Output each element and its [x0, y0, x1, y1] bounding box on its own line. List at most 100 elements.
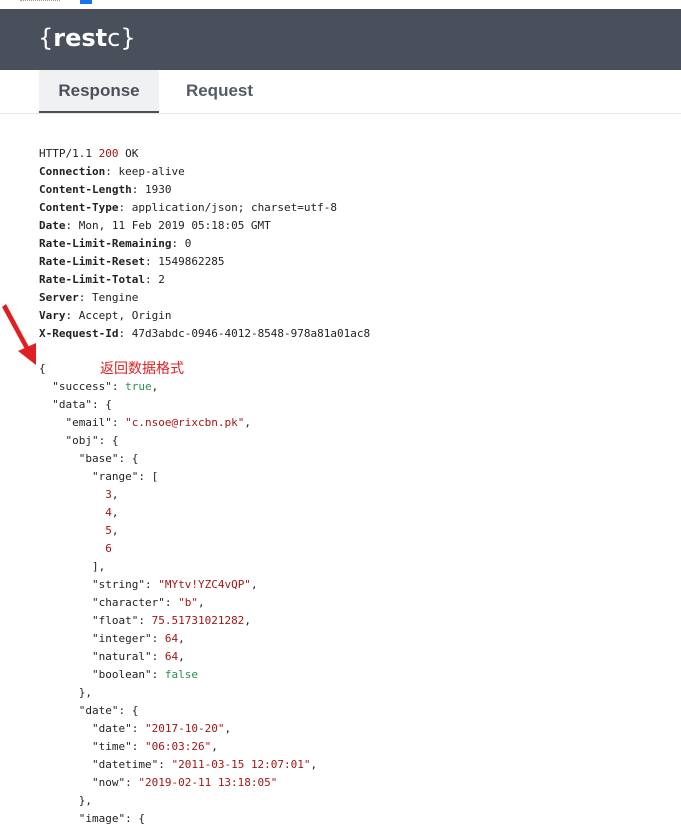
json-line: "date": {	[39, 702, 669, 720]
json-line: "natural": 64,	[39, 648, 669, 666]
json-token: "date":	[91, 722, 145, 735]
header-value: Tengine	[92, 291, 139, 304]
status-text: OK	[125, 147, 139, 160]
status-code: 200	[98, 147, 119, 160]
header-name: Rate-Limit-Reset	[39, 255, 145, 268]
header-value: 2	[158, 273, 165, 286]
json-line: "data": {	[39, 396, 669, 414]
json-line: "integer": 64,	[39, 630, 669, 648]
header-name: Connection	[39, 165, 106, 178]
http-protocol: HTTP/1.1	[39, 147, 92, 160]
json-value: "c.nsoe@rixcbn.pk"	[125, 416, 245, 429]
json-value: "06:03:26"	[144, 740, 212, 753]
json-token: "boolean":	[91, 668, 165, 681]
json-line: 4,	[39, 504, 669, 522]
logo-text: c	[107, 24, 121, 52]
json-line: "email": "c.nsoe@rixcbn.pk",	[39, 414, 669, 432]
json-token: "character":	[91, 596, 179, 609]
json-token: ,	[244, 614, 251, 627]
json-value: true	[125, 380, 152, 393]
tab-request[interactable]: Request	[172, 70, 267, 111]
header-value: Mon, 11 Feb 2019 05:18:05 GMT	[78, 219, 271, 232]
json-line: 5,	[39, 522, 669, 540]
json-line: "time": "06:03:26",	[39, 738, 669, 756]
json-line: 6	[39, 540, 669, 558]
header-line: Rate-Limit-Reset: 1549862285	[39, 255, 225, 268]
json-token: "success":	[52, 380, 126, 393]
json-line: },	[39, 792, 669, 810]
json-line: "boolean": false	[39, 666, 669, 684]
header-name: Content-Length	[39, 183, 132, 196]
json-token: "email":	[65, 416, 126, 429]
json-token: "integer":	[91, 632, 165, 645]
response-panel: HTTP/1.1 200 OK Connection: keep-alive Co…	[39, 145, 669, 828]
json-token: ,	[178, 632, 185, 645]
json-token: ,	[151, 380, 159, 393]
header-value: 47d3abdc-0946-4012-8548-978a81a01ac8	[131, 327, 371, 340]
app-header: {restc}	[0, 9, 681, 70]
json-value: 6	[105, 542, 112, 555]
json-line: "string": "MYtv!YZC4vQP",	[39, 576, 669, 594]
json-token: "base": {	[78, 452, 139, 465]
json-token: "now":	[91, 776, 139, 789]
header-line: Rate-Limit-Total: 2	[39, 273, 165, 286]
dotted-divider	[20, 0, 60, 3]
restc-logo: {restc}	[38, 23, 136, 53]
header-value: 1549862285	[158, 255, 225, 268]
json-line: },	[39, 684, 669, 702]
json-line: "now": "2019-02-11 13:18:05"	[39, 774, 669, 792]
header-value: Accept, Origin	[78, 309, 172, 322]
status-line: HTTP/1.1 200 OK	[39, 145, 669, 163]
json-token: },	[78, 686, 92, 699]
json-token: "string":	[91, 578, 159, 591]
json-token: ,	[111, 488, 119, 501]
json-token: "float":	[91, 614, 152, 627]
browser-top-strip	[0, 0, 681, 9]
header-line: Date: Mon, 11 Feb 2019 05:18:05 GMT	[39, 219, 271, 232]
json-value: 3	[105, 488, 112, 501]
tab-response[interactable]: Response	[39, 70, 159, 113]
logo-brace-close: }	[120, 24, 136, 52]
json-token: "obj": {	[65, 434, 119, 447]
json-line: "float": 75.51731021282,	[39, 612, 669, 630]
header-value: keep-alive	[118, 165, 185, 178]
json-token: "range": [	[91, 470, 159, 483]
header-line: Server: Tengine	[39, 291, 139, 304]
json-value: "2017-10-20"	[144, 722, 225, 735]
json-value: 64	[164, 650, 179, 663]
json-value: "b"	[178, 596, 198, 609]
json-token: "natural":	[91, 650, 165, 663]
json-line: "date": "2017-10-20",	[39, 720, 669, 738]
json-line: "success": true,	[39, 378, 669, 396]
annotation-label: 返回数据格式	[100, 361, 184, 377]
header-line: X-Request-Id: 47d3abdc-0946-4012-8548-97…	[39, 327, 371, 340]
response-headers: Connection: keep-alive Content-Length: 19…	[39, 163, 669, 343]
json-token: ,	[178, 650, 185, 663]
json-token: ,	[224, 722, 232, 735]
json-token: ,	[211, 740, 218, 753]
json-line: "datetime": "2011-03-15 12:07:01",	[39, 756, 669, 774]
json-value: 5	[105, 524, 112, 537]
header-line: Rate-Limit-Remaining: 0	[39, 237, 192, 250]
json-value: "2019-02-11 13:18:05"	[138, 776, 278, 789]
arrow-shaft	[2, 304, 30, 351]
json-token: ,	[197, 596, 205, 609]
header-value: 1930	[144, 183, 172, 196]
browser-tab-indicator	[80, 0, 92, 4]
json-value: 4	[105, 506, 112, 519]
json-value: 64	[164, 632, 179, 645]
header-name: Content-Type	[39, 201, 119, 214]
json-line: "character": "b",	[39, 594, 669, 612]
json-line: "range": [	[39, 468, 669, 486]
header-name: Rate-Limit-Total	[39, 273, 145, 286]
json-value: "2011-03-15 12:07:01"	[171, 758, 311, 771]
header-name: X-Request-Id	[39, 327, 119, 340]
json-token: "datetime":	[91, 758, 172, 771]
json-token: ,	[111, 506, 119, 519]
json-line: "obj": {	[39, 432, 669, 450]
json-value: false	[164, 668, 198, 681]
header-line: Content-Type: application/json; charset=…	[39, 201, 338, 214]
json-line: ],	[39, 558, 669, 576]
json-line: "image": {	[39, 810, 669, 828]
json-value: 75.51731021282	[151, 614, 245, 627]
